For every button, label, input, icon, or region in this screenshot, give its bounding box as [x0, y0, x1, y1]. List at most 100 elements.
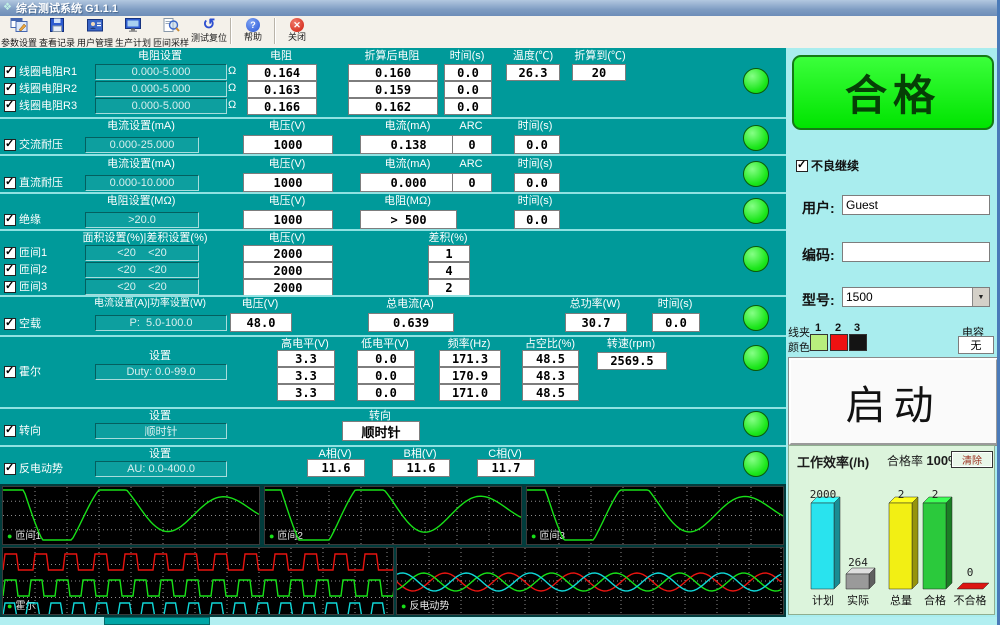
clamp-color-swatch-3: [849, 334, 867, 351]
checkbox-icon[interactable]: [4, 66, 16, 78]
checkbox-hall[interactable]: 霍尔: [4, 366, 41, 378]
checkbox-turn-2[interactable]: 匝间2: [4, 264, 47, 276]
checkbox-icon[interactable]: [4, 366, 16, 378]
column-header: 总功率(W): [560, 298, 630, 310]
checkbox-insulation[interactable]: 绝缘: [4, 214, 41, 226]
setting-header: 设置: [95, 410, 225, 422]
checkbox-icon[interactable]: [4, 100, 16, 112]
checkbox-icon[interactable]: [4, 247, 16, 259]
app-icon: ❖: [3, 3, 12, 13]
model-select[interactable]: 1500: [842, 287, 990, 307]
value-phase-b: 11.6: [392, 459, 450, 477]
setting-box: <20 <20: [85, 279, 199, 295]
toolbar-button-users[interactable]: 用户管理: [76, 16, 114, 48]
status-indicator: [743, 125, 769, 151]
toolbar-button-label: 参数设置: [1, 38, 37, 48]
setting-box: AU: 0.0-400.0: [95, 461, 227, 477]
status-indicator: [743, 198, 769, 224]
column-header: ARC: [452, 120, 490, 132]
continue-on-fail-checkbox[interactable]: 不良继续: [796, 160, 859, 172]
value-time: 0.0: [444, 64, 492, 81]
params-settings-icon: [10, 17, 28, 38]
close-icon: ✕: [290, 18, 304, 32]
window-title: 综合测试系统 G1.1.1: [16, 0, 118, 16]
checkbox-direction[interactable]: 转向: [4, 425, 41, 437]
toolbar-button-records[interactable]: 查看记录: [38, 16, 76, 48]
toolbar-button-close[interactable]: ✕ 关闭: [278, 16, 316, 48]
checkbox-icon[interactable]: [796, 160, 808, 172]
user-label: 用户:: [802, 198, 835, 218]
checkbox-coil-r1[interactable]: 线圈电阻R1: [4, 66, 77, 78]
toolbar-button-label: 匝间采样: [153, 38, 189, 48]
checkbox-turn-1[interactable]: 匝间1: [4, 247, 47, 259]
toolbar-button-sampling[interactable]: 匝间采样: [152, 16, 190, 48]
value-high-level: 3.3: [277, 384, 335, 401]
bottom-strip: [0, 617, 997, 625]
column-header: 时间(s): [650, 298, 700, 310]
checkbox-icon[interactable]: [4, 463, 16, 475]
value-resistance: 0.163: [247, 81, 317, 98]
value-diff: 2: [428, 279, 470, 296]
toolbar-button-plan[interactable]: 生产计划: [114, 16, 152, 48]
checkbox-icon[interactable]: [4, 177, 16, 189]
group-divider: [0, 407, 786, 409]
unit-label: Ω: [228, 82, 236, 94]
taskbar-item[interactable]: [104, 617, 210, 625]
model-value: 1500: [843, 290, 972, 304]
value-total-current: 0.639: [368, 313, 454, 332]
toolbar-button-label: 关闭: [288, 32, 306, 42]
checkbox-dc-hipot[interactable]: 直流耐压: [4, 177, 63, 189]
value-resistance: 0.164: [247, 64, 317, 81]
scope-turn-1: 匝间1: [2, 486, 260, 545]
checkbox-coil-r2[interactable]: 线圈电阻R2: [4, 83, 77, 95]
clear-button[interactable]: 清除: [951, 451, 993, 468]
checkbox-bemf[interactable]: 反电动势: [4, 463, 63, 475]
value-frequency: 170.9: [439, 367, 501, 384]
toolbar-button-label: 测试复位: [191, 33, 227, 43]
test-label: 线圈电阻R1: [19, 66, 77, 78]
toolbar-button-params[interactable]: 参数设置: [0, 16, 38, 48]
column-header: 低电平(V): [355, 338, 415, 350]
checkbox-coil-r3[interactable]: 线圈电阻R3: [4, 100, 77, 112]
status-indicator: [743, 246, 769, 272]
value-voltage: 1000: [243, 135, 333, 154]
checkbox-icon[interactable]: [4, 139, 16, 151]
chevron-down-icon[interactable]: [972, 288, 989, 306]
checkbox-no-load[interactable]: 空载: [4, 318, 41, 330]
value-resistance: 0.166: [247, 98, 317, 115]
checkbox-turn-3[interactable]: 匝间3: [4, 281, 47, 293]
pass-rate: 合格率 100%: [887, 452, 960, 469]
column-header: 电压(V): [243, 232, 331, 244]
value-time: 0.0: [514, 135, 560, 154]
checkbox-icon[interactable]: [4, 214, 16, 226]
value-low-level: 0.0: [357, 350, 415, 367]
start-button[interactable]: 启动: [789, 358, 998, 445]
test-label: 霍尔: [19, 366, 41, 378]
checkbox-ac-hipot[interactable]: 交流耐压: [4, 139, 63, 151]
status-indicator: [743, 161, 769, 187]
checkbox-icon[interactable]: [4, 281, 16, 293]
test-label: 线圈电阻R2: [19, 83, 77, 95]
clamp-number: 2: [832, 322, 844, 334]
checkbox-icon[interactable]: [4, 318, 16, 330]
toolbar-button-help[interactable]: ? 帮助: [234, 16, 272, 48]
user-management-icon: [86, 17, 104, 38]
status-indicator: [743, 68, 769, 94]
checkbox-icon[interactable]: [4, 264, 16, 276]
value-resistance: > 500: [360, 210, 457, 229]
column-header: 时间(s): [510, 195, 560, 207]
value-current: 0.138: [360, 135, 457, 154]
toolbar-button-label: 用户管理: [77, 38, 113, 48]
test-label: 匝间3: [19, 281, 47, 293]
column-header: 电阻(MΩ): [360, 195, 455, 207]
checkbox-icon[interactable]: [4, 83, 16, 95]
scope-area: 匝间1 匝间2 匝间3 霍尔 反电动势: [0, 484, 786, 617]
column-header: 折算后电阻: [336, 50, 448, 62]
group-divider: [0, 295, 786, 297]
clamp-color-swatch-2: [830, 334, 848, 351]
checkbox-icon[interactable]: [4, 425, 16, 437]
toolbar-button-reset[interactable]: ↺ 测试复位: [190, 16, 228, 48]
code-input[interactable]: [842, 242, 990, 262]
test-label: 绝缘: [19, 214, 41, 226]
user-input[interactable]: [842, 195, 990, 215]
